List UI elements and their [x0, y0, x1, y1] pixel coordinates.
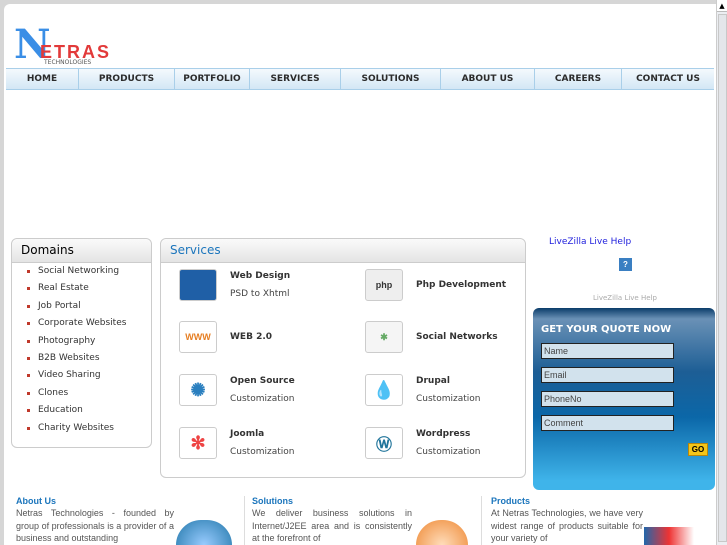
joomla-icon: ✻ [179, 427, 217, 459]
domain-item[interactable]: Clones [12, 388, 151, 405]
service-web20[interactable]: WWW WEB 2.0 [179, 321, 272, 353]
services-box: Services Web Design PSD to Xhtml php Php D… [160, 238, 526, 478]
divider [244, 496, 245, 545]
browser-window: N ETRAS TECHNOLOGIES HOME PRODUCTS PORTF… [4, 4, 716, 545]
comment-input[interactable] [541, 415, 674, 431]
web-design-icon [179, 269, 217, 301]
help-icon[interactable]: ? [619, 258, 632, 271]
quote-form: GET YOUR QUOTE NOW GO [533, 308, 715, 490]
nav-careers[interactable]: CAREERS [535, 69, 622, 89]
livezilla-link[interactable]: LiveZilla Live Help [549, 237, 631, 247]
service-php[interactable]: php Php Development [365, 269, 506, 301]
domain-item[interactable]: Corporate Websites [12, 318, 151, 335]
nav-products[interactable]: PRODUCTS [79, 69, 175, 89]
name-input[interactable] [541, 343, 674, 359]
social-networks-icon: ✱ [365, 321, 403, 353]
service-drupal[interactable]: 💧 Drupal Customization [365, 374, 480, 406]
nav-contact-us[interactable]: CONTACT US [622, 69, 714, 89]
domain-item[interactable]: Education [12, 405, 151, 422]
go-button[interactable]: GO [688, 443, 708, 456]
quote-title: GET YOUR QUOTE NOW [541, 324, 672, 335]
service-joomla[interactable]: ✻ Joomla Customization [179, 427, 294, 459]
scroll-thumb[interactable] [718, 14, 727, 542]
nav-portfolio[interactable]: PORTFOLIO [175, 69, 250, 89]
nav-services[interactable]: SERVICES [250, 69, 341, 89]
email-input[interactable] [541, 367, 674, 383]
phone-input[interactable] [541, 391, 674, 407]
livezilla-caption: LiveZilla Live Help [593, 294, 657, 302]
logo-subtext: TECHNOLOGIES [44, 59, 92, 66]
divider [481, 496, 482, 545]
support-icon [416, 520, 468, 545]
domain-item[interactable]: Real Estate [12, 283, 151, 300]
service-social[interactable]: ✱ Social Networks [365, 321, 498, 353]
domain-item[interactable]: Charity Websites [12, 423, 151, 440]
footer-solutions-text: We deliver business solutions in Interne… [252, 508, 412, 543]
services-title: Services [161, 239, 525, 263]
www-icon: WWW [179, 321, 217, 353]
domain-item[interactable]: Photography [12, 336, 151, 353]
drupal-icon: 💧 [365, 374, 403, 406]
scrollbar[interactable]: ▲ [716, 0, 727, 545]
domains-box: Domains Social Networking Real Estate Jo… [11, 238, 152, 448]
nav-about-us[interactable]: ABOUT US [441, 69, 535, 89]
footer-products-text: At Netras Technologies, we have very wid… [491, 508, 643, 543]
nav-home[interactable]: HOME [6, 69, 79, 89]
footer-about-title[interactable]: About Us [16, 495, 174, 507]
service-open-source[interactable]: ✺ Open Source Customization [179, 374, 295, 406]
main-nav: HOME PRODUCTS PORTFOLIO SERVICES SOLUTIO… [6, 68, 714, 90]
domain-item[interactable]: Job Portal [12, 301, 151, 318]
wordpress-icon: Ⓦ [365, 427, 403, 459]
domain-item[interactable]: Social Networking [12, 266, 151, 283]
domain-item[interactable]: Video Sharing [12, 370, 151, 387]
footer-solutions-title[interactable]: Solutions [252, 495, 412, 507]
service-wordpress[interactable]: Ⓦ Wordpress Customization [365, 427, 480, 459]
netras-logo[interactable]: N ETRAS TECHNOLOGIES [14, 22, 114, 68]
footer-products-title[interactable]: Products [491, 495, 643, 507]
footer-solutions: Solutions We deliver business solutions i… [252, 495, 412, 545]
products-icon [644, 527, 694, 545]
footer-about-text: Netras Technologies - founded by group o… [16, 508, 174, 543]
scroll-up-icon[interactable]: ▲ [717, 0, 727, 12]
domains-title: Domains [12, 239, 151, 263]
open-source-icon: ✺ [179, 374, 217, 406]
footer-about: About Us Netras Technologies - founded by… [16, 495, 174, 545]
nav-solutions[interactable]: SOLUTIONS [341, 69, 441, 89]
globe-icon [176, 520, 232, 545]
footer-products: Products At Netras Technologies, we have … [491, 495, 643, 545]
php-icon: php [365, 269, 403, 301]
domain-item[interactable]: B2B Websites [12, 353, 151, 370]
service-web-design[interactable]: Web Design PSD to Xhtml [179, 269, 290, 301]
